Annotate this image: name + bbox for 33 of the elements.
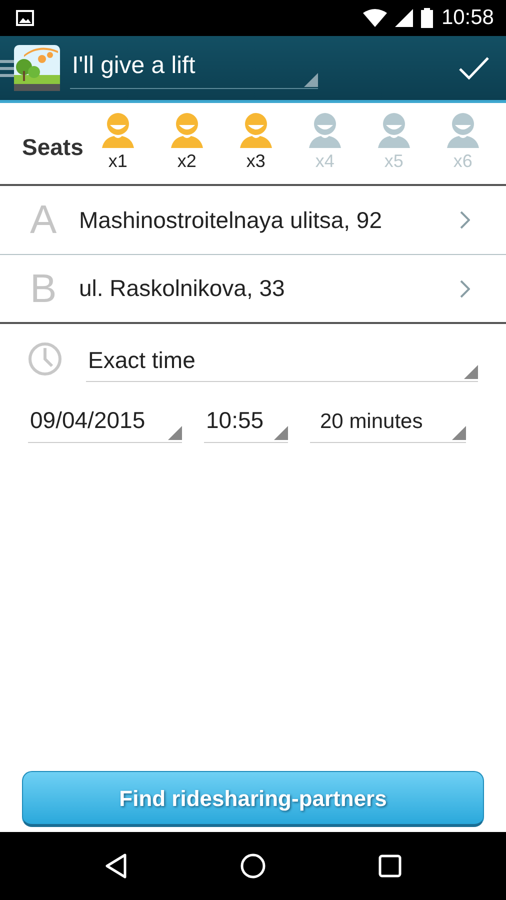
address-text: Mashinostroitelnaya ulitsa, 92 (79, 206, 383, 235)
time-dropdown[interactable]: 10:55 (204, 403, 288, 442)
time-mode-dropdown[interactable]: Exact time (86, 342, 478, 382)
waypoint-letter: B (30, 266, 58, 312)
seat-count-label: x5 (384, 150, 404, 173)
seats-label: Seats (22, 133, 84, 162)
clock-icon (28, 342, 62, 376)
address-row[interactable]: B ul. Raskolnikova, 33 (0, 255, 506, 324)
mode-selector[interactable]: I'll give a lift (72, 52, 196, 78)
date-dropdown[interactable]: 09/04/2015 (28, 403, 182, 442)
checkmark-icon[interactable] (458, 56, 490, 80)
waypoint-letter: A (30, 197, 58, 244)
status-time: 10:58 (441, 5, 494, 32)
wifi-icon (363, 9, 388, 27)
signal-icon (395, 9, 414, 27)
seat-count-label: x6 (453, 150, 472, 173)
chevron-right-icon (460, 280, 470, 298)
chevron-right-icon (460, 211, 470, 229)
back-icon[interactable] (104, 853, 128, 879)
recent-apps-icon[interactable] (378, 854, 402, 878)
address-text: ul. Raskolnikova, 33 (79, 274, 286, 304)
home-icon[interactable] (240, 853, 266, 879)
battery-icon (421, 8, 434, 28)
app-logo-icon[interactable] (14, 45, 60, 91)
address-row[interactable]: A Mashinostroitelnaya ulitsa, 92 (0, 186, 506, 255)
seat-count-label: x3 (246, 150, 266, 173)
dropdown-corner-icon (304, 72, 318, 86)
menu-icon[interactable] (0, 58, 14, 78)
duration-dropdown[interactable]: 20 minutes (310, 406, 466, 442)
image-notification-icon (16, 10, 34, 26)
seat-count-label: x2 (177, 150, 196, 173)
seat-count-label: x1 (108, 150, 128, 173)
seat-count-label: x4 (315, 150, 334, 173)
